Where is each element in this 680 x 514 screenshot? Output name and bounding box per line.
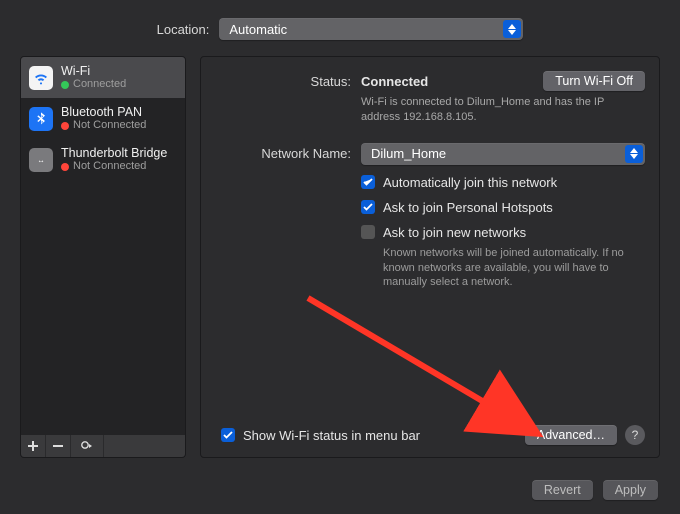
network-name-value: Dilum_Home — [371, 146, 446, 161]
sidebar-item-label: Wi-Fi — [61, 64, 126, 78]
advanced-button[interactable]: Advanced… — [525, 425, 617, 445]
ask-new-checkbox[interactable] — [361, 225, 375, 239]
apply-button[interactable]: Apply — [603, 480, 658, 500]
location-value: Automatic — [229, 22, 287, 37]
revert-button[interactable]: Revert — [532, 480, 593, 500]
wifi-icon — [29, 66, 53, 90]
chevron-updown-icon — [503, 20, 521, 38]
auto-join-checkbox[interactable] — [361, 175, 375, 189]
sidebar-item-label: Thunderbolt Bridge — [61, 146, 167, 160]
sidebar-item-thunderbolt[interactable]: ↔ Thunderbolt Bridge Not Connected — [21, 139, 185, 180]
remove-network-button[interactable] — [46, 435, 71, 457]
wifi-toggle-button[interactable]: Turn Wi-Fi Off — [543, 71, 645, 91]
location-label: Location: — [157, 22, 210, 37]
chevron-updown-icon — [625, 145, 643, 163]
sidebar-item-label: Bluetooth PAN — [61, 105, 146, 119]
location-select[interactable]: Automatic — [219, 18, 523, 40]
status-value: Connected — [361, 74, 428, 89]
menubar-checkbox[interactable] — [221, 428, 235, 442]
bluetooth-icon — [29, 107, 53, 131]
ask-new-help: Known networks will be joined automatica… — [383, 246, 633, 291]
network-name-label: Network Name: — [201, 143, 361, 165]
network-options-button[interactable] — [71, 435, 104, 457]
ask-new-label: Ask to join new networks — [383, 225, 526, 240]
sidebar-item-wifi[interactable]: Wi-Fi Connected — [21, 57, 185, 98]
network-list[interactable]: Wi-Fi Connected Bluetooth PAN Not Connec… — [20, 56, 186, 439]
svg-text:↔: ↔ — [37, 155, 44, 164]
status-dot-icon — [61, 122, 69, 130]
help-button[interactable]: ? — [625, 425, 645, 445]
network-name-select[interactable]: Dilum_Home — [361, 143, 645, 165]
auto-join-label: Automatically join this network — [383, 175, 557, 190]
detail-panel: Status: Connected Turn Wi-Fi Off Wi-Fi i… — [200, 56, 660, 458]
list-toolbar — [20, 435, 186, 458]
add-network-button[interactable] — [21, 435, 46, 457]
thunderbolt-icon: ↔ — [29, 148, 53, 172]
status-dot-icon — [61, 163, 69, 171]
menubar-label: Show Wi-Fi status in menu bar — [243, 428, 420, 443]
status-dot-icon — [61, 81, 69, 89]
hotspots-label: Ask to join Personal Hotspots — [383, 200, 553, 215]
sidebar-item-bluetooth[interactable]: Bluetooth PAN Not Connected — [21, 98, 185, 139]
hotspots-checkbox[interactable] — [361, 200, 375, 214]
network-sidebar: Wi-Fi Connected Bluetooth PAN Not Connec… — [20, 56, 186, 458]
status-label: Status: — [201, 71, 361, 125]
status-description: Wi-Fi is connected to Dilum_Home and has… — [361, 95, 621, 125]
footer-buttons: Revert Apply — [532, 480, 658, 500]
location-row: Location: Automatic — [0, 0, 680, 56]
